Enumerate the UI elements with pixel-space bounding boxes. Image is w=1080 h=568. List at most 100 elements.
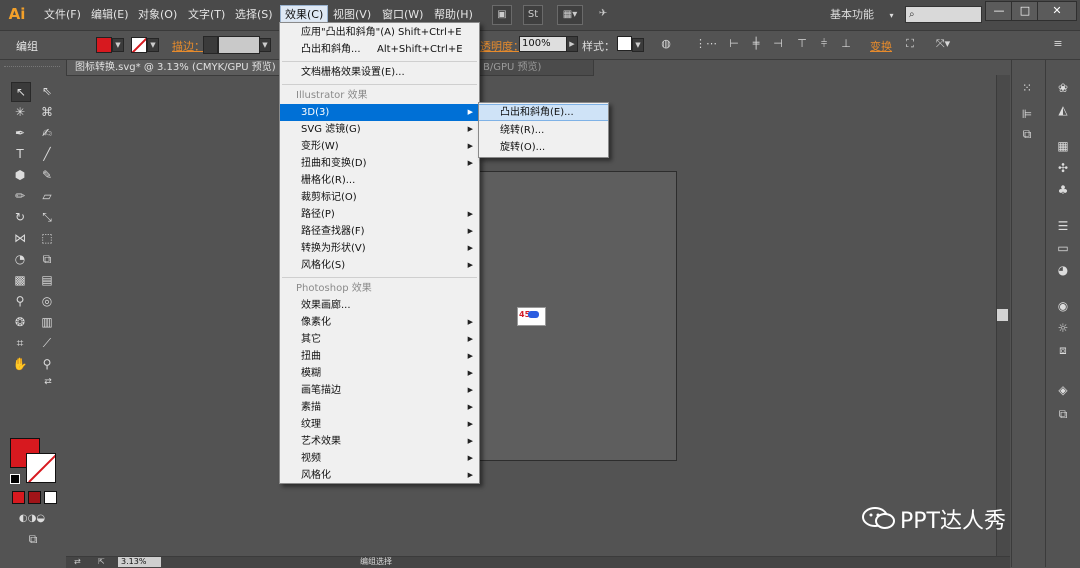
panel-grip[interactable] [4, 66, 60, 70]
appearance-panel-icon[interactable]: ◉ [1052, 296, 1074, 316]
gradient-tool-icon[interactable]: ▤ [38, 271, 56, 289]
transform-panel-icon[interactable]: ⁙ [1016, 78, 1038, 98]
shape-builder-tool-icon[interactable]: ◔ [11, 250, 29, 268]
menu-item-raster-settings[interactable]: 文档栅格效果设置(E)... [280, 64, 479, 81]
mesh-tool-icon[interactable]: ▩ [11, 271, 29, 289]
drawing-modes-icon[interactable]: ◐◑◒ [10, 510, 54, 528]
opacity-field[interactable]: 100% [519, 36, 569, 52]
line-tool-icon[interactable]: ╱ [38, 145, 56, 163]
menu-item-texture[interactable]: 纹理 ▶ [280, 416, 479, 433]
pencil-tool-icon[interactable]: ✏ [11, 187, 29, 205]
magic-wand-tool-icon[interactable]: ✳ [11, 103, 29, 121]
asset-export-panel-icon[interactable]: ⧈ [1052, 340, 1074, 360]
width-tool-icon[interactable]: ⋈ [11, 229, 29, 247]
menu-item-pathfinder[interactable]: 路径查找器(F) ▶ [280, 223, 479, 240]
graphic-styles-panel-icon[interactable]: ☼ [1052, 318, 1074, 338]
blend-tool-icon[interactable]: ◎ [38, 292, 56, 310]
menu-item-other[interactable]: 其它 ▶ [280, 331, 479, 348]
symbol-sprayer-tool-icon[interactable]: ❂ [11, 313, 29, 331]
gpu-performance-icon[interactable]: ✈ [594, 5, 612, 23]
menu-edit[interactable]: 编辑(E) [87, 6, 133, 24]
zoom-tool-icon[interactable]: ⚲ [38, 355, 56, 373]
menu-item-distort-transform[interactable]: 扭曲和变换(D) ▶ [280, 155, 479, 172]
arrange-documents-icon[interactable]: ▦▾ [557, 5, 583, 25]
document-tab[interactable]: 图标转换.svg* @ 3.13% (CMYK/GPU 预览) [66, 59, 291, 76]
stroke-color-box[interactable] [26, 453, 56, 483]
eraser-tool-icon[interactable]: ▱ [38, 187, 56, 205]
menu-item-sketch[interactable]: 素描 ▶ [280, 399, 479, 416]
menu-item-crop-marks[interactable]: 裁剪标记(O) [280, 189, 479, 206]
menu-item-video[interactable]: 视频 ▶ [280, 450, 479, 467]
stock-icon[interactable]: St [523, 5, 543, 25]
stroke-dropdown-icon[interactable]: ▼ [147, 38, 159, 52]
paintbrush-tool-icon[interactable]: ✎ [38, 166, 56, 184]
align-bottom-icon[interactable]: ⊥ [838, 36, 854, 52]
graphic-style-dropdown-icon[interactable]: ▼ [632, 38, 644, 52]
submenu-item-extrude-bevel[interactable]: 凸出和斜角(E)... [479, 104, 608, 121]
search-input[interactable]: ⌕ [905, 6, 982, 23]
menu-item-3d[interactable]: 3D(3) ▶ [280, 104, 479, 121]
menu-item-artistic[interactable]: 艺术效果 ▶ [280, 433, 479, 450]
lasso-tool-icon[interactable]: ⌘ [38, 103, 56, 121]
menu-object[interactable]: 对象(O) [134, 6, 181, 24]
slice-tool-icon[interactable]: ⟋ [38, 334, 56, 352]
hand-tool-icon[interactable]: ✋ [11, 355, 29, 373]
pathfinder-panel-icon[interactable]: ⧉ [1016, 124, 1038, 144]
zoom-level-field[interactable]: 3.13% [118, 557, 161, 567]
brushes-panel-icon[interactable]: ✣ [1052, 158, 1074, 178]
menu-item-stylize-illustrator[interactable]: 风格化(S) ▶ [280, 257, 479, 274]
document-tab-2[interactable]: B/GPU 预览) [478, 59, 594, 76]
menu-item-rasterize[interactable]: 栅格化(R)... [280, 172, 479, 189]
align-left-icon[interactable]: ⊢ [726, 36, 742, 52]
recolor-artwork-icon[interactable]: ◍ [658, 36, 674, 52]
scale-tool-icon[interactable]: ⤡ [38, 208, 56, 226]
transform-link[interactable]: 变换 [870, 38, 892, 54]
column-graph-tool-icon[interactable]: ▥ [38, 313, 56, 331]
isolate-group-icon[interactable]: ⛶ [902, 36, 918, 52]
menu-item-apply-last-effect[interactable]: 应用"凸出和斜角"(A) Shift+Ctrl+E [280, 24, 479, 41]
menu-item-svg-filters[interactable]: SVG 滤镜(G) ▶ [280, 121, 479, 138]
maximize-button[interactable]: □ [1011, 1, 1039, 21]
fill-dropdown-icon[interactable]: ▼ [112, 38, 124, 52]
minimize-button[interactable]: — [985, 1, 1013, 21]
menu-item-convert-to-shape[interactable]: 转换为形状(V) ▶ [280, 240, 479, 257]
stroke-weight-stepper[interactable] [203, 36, 218, 54]
share-icon[interactable]: ⇄ [74, 557, 88, 567]
artboards-panel-icon[interactable]: ⧉ [1052, 404, 1074, 424]
menu-type[interactable]: 文字(T) [184, 6, 229, 24]
align-panel-icon[interactable]: ⊫ [1016, 104, 1038, 124]
screen-mode-icon[interactable]: ⧉ [22, 530, 44, 548]
menu-item-effect-gallery[interactable]: 效果画廊... [280, 297, 479, 314]
artboard[interactable] [478, 171, 677, 461]
color-panel-icon[interactable]: ❀ [1052, 78, 1074, 98]
selection-tool-icon[interactable]: ↖ [11, 82, 31, 102]
workspace-switcher[interactable]: 基本功能 ▾ [830, 6, 894, 22]
pen-tool-icon[interactable]: ✒ [11, 124, 29, 142]
direct-selection-tool-icon[interactable]: ⇖ [38, 82, 56, 100]
menu-item-stylize-photoshop[interactable]: 风格化 ▶ [280, 467, 479, 484]
close-button[interactable]: ✕ [1037, 1, 1077, 21]
type-tool-icon[interactable]: T [11, 145, 29, 163]
align-top-icon[interactable]: ⊤ [794, 36, 810, 52]
puppet-warp-icon[interactable]: ⤧▾ [930, 36, 956, 52]
submenu-item-revolve[interactable]: 绕转(R)... [479, 122, 608, 139]
color-guide-icon[interactable]: ◭ [1052, 100, 1074, 120]
menu-item-brush-strokes[interactable]: 画笔描边 ▶ [280, 382, 479, 399]
gradient-mode-icon[interactable] [28, 491, 41, 504]
menu-item-distort[interactable]: 扭曲 ▶ [280, 348, 479, 365]
export-icon[interactable]: ⇱ [98, 557, 112, 567]
eyedropper-tool-icon[interactable]: ⚲ [11, 292, 29, 310]
curvature-tool-icon[interactable]: ✍ [38, 124, 56, 142]
stroke-weight-field[interactable] [218, 36, 260, 54]
fill-color-swatch[interactable] [96, 37, 112, 53]
stroke-color-swatch[interactable] [131, 37, 147, 53]
free-transform-tool-icon[interactable]: ⬚ [38, 229, 56, 247]
bridge-icon[interactable]: ▣ [492, 5, 512, 25]
artboard-tool-icon[interactable]: ⌗ [11, 334, 29, 352]
align-vertical-center-icon[interactable]: ⫩ [816, 36, 832, 52]
none-mode-icon[interactable] [44, 491, 57, 504]
opacity-arrow-icon[interactable]: ▶ [566, 36, 578, 52]
perspective-grid-tool-icon[interactable]: ⧉ [38, 250, 56, 268]
symbols-panel-icon[interactable]: ♣ [1052, 180, 1074, 200]
transparency-panel-icon[interactable]: ◕ [1052, 260, 1074, 280]
